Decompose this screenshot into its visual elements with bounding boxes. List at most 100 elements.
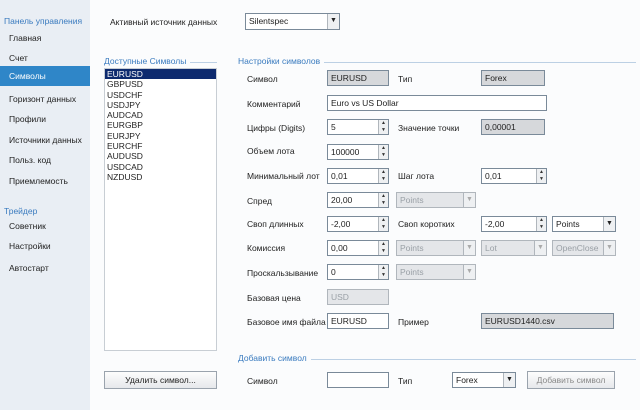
spinner-arrows-icon[interactable]: ▲ ▼	[378, 145, 388, 159]
sidebar-item-advisor[interactable]: Советник	[0, 216, 90, 236]
sidebar-item-autostart[interactable]: Автостарт	[0, 258, 90, 278]
sidebar-group-control-panel: Панель управления	[4, 16, 83, 26]
base-currency-label: Базовая цена	[247, 293, 301, 303]
symbol-list-item[interactable]: EURGBP	[105, 120, 216, 130]
slippage-value: 0	[331, 267, 336, 277]
sidebar-item-data-sources[interactable]: Источники данных	[0, 130, 90, 150]
spread-value: 20,00	[331, 195, 353, 205]
chevron-down-icon: ▼	[603, 217, 615, 231]
symbol-list-item[interactable]: EURCHF	[105, 141, 216, 151]
source-select[interactable]: Silentspec ▼	[245, 13, 340, 30]
slippage-label: Проскальзывание	[247, 268, 319, 278]
main-panel: Активный источник данных Silentspec ▼ До…	[90, 0, 640, 410]
spinner-arrows-icon[interactable]: ▲ ▼	[378, 193, 388, 207]
commission-mode-select: OpenClose ▼	[552, 240, 616, 256]
slippage-stepper[interactable]: 0 ▲ ▼	[327, 264, 389, 280]
spread-label: Спред	[247, 196, 272, 206]
example-label: Пример	[398, 317, 429, 327]
commission-mode-value: OpenClose	[556, 243, 599, 253]
spinner-arrows-icon[interactable]: ▲ ▼	[536, 169, 546, 183]
swap-long-stepper[interactable]: -2,00 ▲ ▼	[327, 216, 389, 232]
symbol-list-item[interactable]: NZDUSD	[105, 172, 216, 182]
sidebar-item-symbols[interactable]: Символы	[0, 66, 96, 86]
add-type-select[interactable]: Forex ▼	[452, 372, 516, 388]
symbol-list-item[interactable]: AUDCAD	[105, 110, 216, 120]
sidebar-item-data-horizon[interactable]: Горизонт данных	[0, 89, 90, 109]
chevron-down-icon: ▼	[463, 193, 475, 207]
add-type-value: Forex	[456, 375, 478, 385]
spinner-arrows-icon[interactable]: ▲ ▼	[536, 217, 546, 231]
delete-symbol-button[interactable]: Удалить символ...	[104, 371, 217, 389]
sidebar-item-settings[interactable]: Настройки	[0, 236, 90, 256]
commission-value: 0,00	[331, 243, 348, 253]
digits-stepper[interactable]: 5 ▲ ▼	[327, 119, 389, 135]
chevron-down-icon: ▼	[463, 241, 475, 255]
lot-size-label: Объем лота	[247, 146, 295, 156]
commission-unit-select: Points ▼	[396, 240, 476, 256]
point-value-label: Значение точки	[398, 123, 460, 133]
available-symbols-title: Доступные Символы	[104, 56, 191, 66]
base-currency-field: USD	[327, 289, 389, 305]
commission-label: Комиссия	[247, 243, 286, 253]
chevron-down-icon: ▼	[534, 241, 546, 255]
add-symbol-label: Символ	[247, 376, 278, 386]
min-lot-label: Минимальный лот	[247, 171, 320, 181]
sidebar-item-account[interactable]: Счет	[0, 48, 90, 68]
spread-unit-select: Points ▼	[396, 192, 476, 208]
swap-unit-select[interactable]: Points ▼	[552, 216, 616, 232]
base-filename-label: Базовое имя файла	[247, 317, 326, 327]
source-select-value: Silentspec	[249, 16, 289, 26]
sidebar: Панель управления Главная Счет Символы Г…	[0, 0, 96, 410]
symbols-list[interactable]: EURUSD GBPUSD USDCHF USDJPY AUDCAD EURGBP EURJ…	[104, 68, 217, 351]
sidebar-item-user-code[interactable]: Польз. код	[0, 150, 90, 170]
symbol-label: Символ	[247, 74, 278, 84]
spread-stepper[interactable]: 20,00 ▲ ▼	[327, 192, 389, 208]
spinner-arrows-icon[interactable]: ▲ ▼	[378, 241, 388, 255]
add-symbol-input[interactable]	[327, 372, 389, 388]
sidebar-group-trader: Трейдер	[4, 206, 38, 216]
spinner-arrows-icon[interactable]: ▲ ▼	[378, 217, 388, 231]
lot-size-stepper[interactable]: 100000 ▲ ▼	[327, 144, 389, 160]
spread-unit-value: Points	[400, 195, 424, 205]
swap-long-value: -2,00	[331, 219, 351, 229]
base-filename-field[interactable]: EURUSD	[327, 313, 389, 329]
add-symbol-title: Добавить символ	[238, 353, 311, 363]
commission-stepper[interactable]: 0,00 ▲ ▼	[327, 240, 389, 256]
symbol-list-item[interactable]: EURJPY	[105, 131, 216, 141]
lot-step-stepper[interactable]: 0,01 ▲ ▼	[481, 168, 547, 184]
swap-short-label: Своп коротких	[398, 219, 455, 229]
spinner-arrows-icon[interactable]: ▲ ▼	[378, 265, 388, 279]
symbol-list-item[interactable]: GBPUSD	[105, 79, 216, 89]
symbol-list-item[interactable]: USDCAD	[105, 162, 216, 172]
example-field: EURUSD1440.csv	[481, 313, 614, 329]
symbol-list-item[interactable]: EURUSD	[105, 69, 216, 80]
lot-step-value: 0,01	[485, 171, 502, 181]
lot-step-label: Шаг лота	[398, 171, 435, 181]
symbol-list-item[interactable]: USDCHF	[105, 90, 216, 100]
source-label: Активный источник данных	[110, 17, 218, 27]
spinner-arrows-icon[interactable]: ▲ ▼	[378, 169, 388, 183]
min-lot-stepper[interactable]: 0,01 ▲ ▼	[327, 168, 389, 184]
sidebar-item-home[interactable]: Главная	[0, 28, 90, 48]
swap-short-stepper[interactable]: -2,00 ▲ ▼	[481, 216, 547, 232]
commission-per-select: Lot ▼	[481, 240, 547, 256]
type-field: Forex	[481, 70, 545, 86]
lot-size-value: 100000	[331, 147, 360, 157]
spinner-arrows-icon[interactable]: ▲ ▼	[378, 120, 388, 134]
symbol-list-item[interactable]: AUDUSD	[105, 151, 216, 161]
slippage-unit-select: Points ▼	[396, 264, 476, 280]
commission-unit-value: Points	[400, 243, 424, 253]
sidebar-item-acceptability[interactable]: Приемлемость	[0, 171, 90, 191]
swap-long-label: Своп длинных	[247, 219, 304, 229]
comment-field[interactable]: Euro vs US Dollar	[327, 95, 547, 111]
swap-unit-value: Points	[556, 219, 580, 229]
symbol-settings-title: Настройки символов	[238, 56, 325, 66]
chevron-down-icon: ▼	[463, 265, 475, 279]
symbol-field: EURUSD	[327, 70, 389, 86]
symbol-list-item[interactable]: USDJPY	[105, 100, 216, 110]
sidebar-item-profiles[interactable]: Профили	[0, 109, 90, 129]
type-label: Тип	[398, 74, 413, 84]
add-symbol-button[interactable]: Добавить символ	[527, 371, 615, 389]
chevron-down-icon: ▼	[327, 14, 339, 29]
digits-label: Цифры (Digits)	[247, 123, 306, 133]
